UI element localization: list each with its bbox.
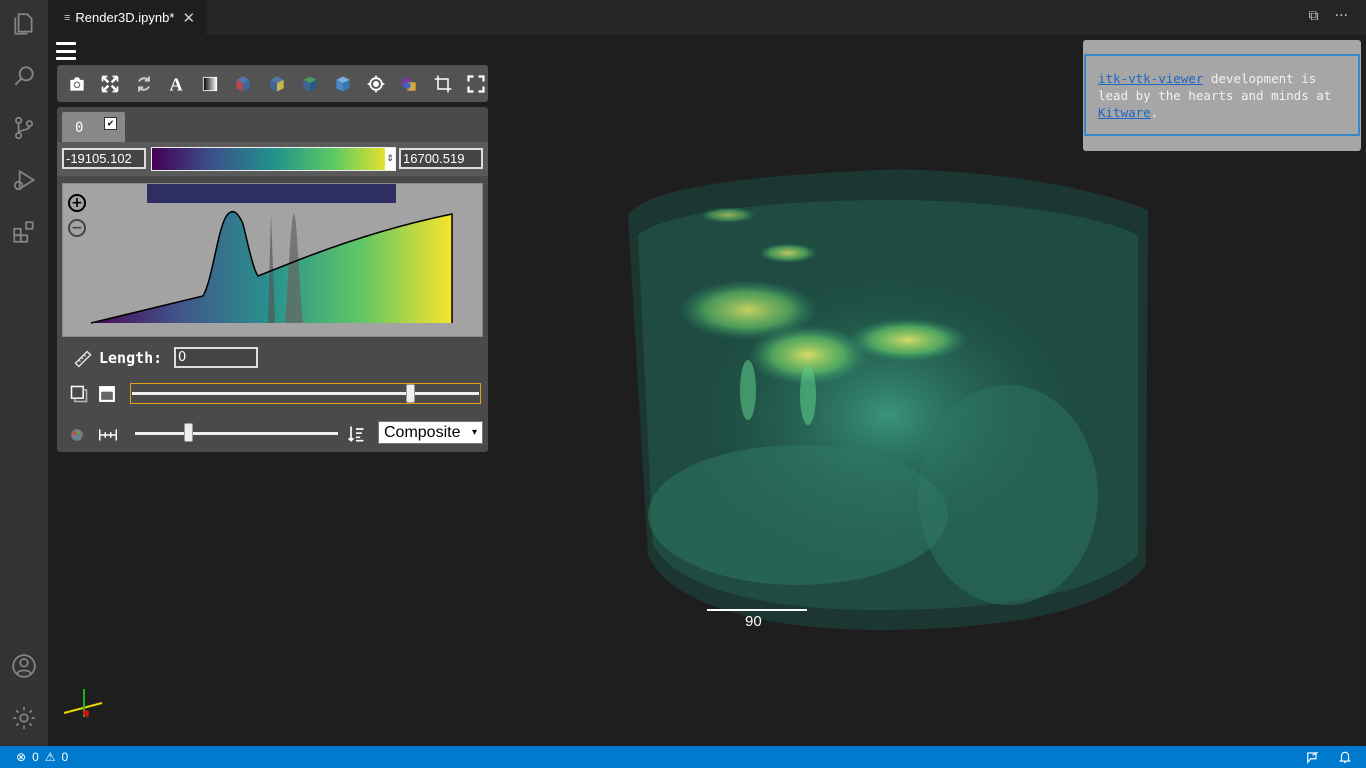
gradient-opacity-thumb[interactable] [406,384,416,403]
tab-render3d[interactable]: ≡ Render3D.ipynb* ✕ [48,0,206,35]
gradient-opacity-track [132,392,479,395]
camera-icon[interactable] [65,70,89,98]
chevron-down-icon: ▾ [471,427,477,438]
component-index: 0 [75,120,84,136]
tab-title: Render3D.ipynb* [75,10,175,25]
info-end: . [1150,105,1159,120]
sample-distance-slider[interactable] [135,432,338,435]
length-label: Length: [99,349,163,367]
editor-tab-bar: ≡ Render3D.ipynb* ✕ ⧉ ··· [48,0,1366,35]
search-icon[interactable] [10,62,38,90]
kitware-link[interactable]: Kitware [1098,105,1151,120]
annotations-icon[interactable]: A [165,70,189,98]
sample-distance-icon [71,429,83,441]
gradient-opacity-slider[interactable] [130,383,481,404]
rotate-icon[interactable] [131,70,155,98]
ruler-icon[interactable] [73,349,93,369]
tab-actions: ⧉ ··· [1309,8,1348,24]
component-tab[interactable]: 0 ✔ [62,112,125,142]
viewer-toolbar: A [57,65,488,102]
range-min-input[interactable]: -19105.102 [62,148,146,169]
status-bar: ⊗ 0 ⚠ 0 [0,746,1366,768]
itk-vtk-viewer: A 0 ✔ -19105.102 ⇕ 16700.519 + − Length:… [48,35,1366,746]
blend-mode-select[interactable]: Composite ▾ [378,421,483,444]
error-count: 0 [32,750,39,764]
gradient-opacity-row [57,379,488,409]
menu-toggle-button[interactable] [56,42,76,60]
warning-count: 0 [61,750,69,764]
sample-distance-thumb[interactable] [183,423,193,442]
run-debug-icon[interactable] [10,166,38,194]
colormap-spinner-icon[interactable]: ⇕ [385,148,395,170]
more-actions-icon[interactable]: ··· [1335,8,1348,24]
svg-text:A: A [169,74,183,93]
rendering-options-row: Composite ▾ [57,419,488,449]
spacing-icon [99,429,117,441]
close-icon[interactable]: ✕ [182,9,195,27]
error-icon: ⊗ [16,750,27,764]
split-editor-icon[interactable]: ⧉ [1309,8,1319,24]
image-widget-panel: 0 ✔ -19105.102 ⇕ 16700.519 + − Length: 0… [57,107,488,452]
shadow-toggle-icon[interactable] [69,384,89,404]
range-max-input[interactable]: 16700.519 [399,148,483,169]
colormap-selector[interactable]: ⇕ [151,147,396,171]
fullscreen-expand-icon[interactable] [98,70,122,98]
gradient-opacity-icon [99,386,115,402]
background-color-icon[interactable] [198,70,222,98]
view-3d-icon[interactable] [331,70,355,98]
source-control-icon[interactable] [10,114,38,142]
interpolation-icon[interactable] [364,70,388,98]
view-y-icon[interactable] [264,70,288,98]
length-row: Length: 0 [57,343,488,377]
crop-icon[interactable] [431,70,455,98]
extensions-icon[interactable] [10,218,38,246]
info-message: itk-vtk-viewer development is lead by th… [1084,54,1360,136]
status-right [1306,750,1352,764]
scale-bar-label: 90 [745,613,762,630]
warning-icon: ⚠ [44,750,56,764]
color-range-row: -19105.102 ⇕ 16700.519 [57,142,488,176]
explorer-icon[interactable] [10,10,38,38]
notebook-file-icon: ≡ [64,11,71,24]
scale-bar [707,609,807,611]
zoom-in-icon[interactable]: + [68,194,86,212]
activity-bar [0,0,48,746]
view-z-icon[interactable] [298,70,322,98]
account-icon[interactable] [10,652,38,680]
notifications-bell-icon[interactable] [1338,750,1352,764]
view-x-icon[interactable] [231,70,255,98]
transfer-function-editor[interactable]: + − [62,183,483,337]
sort-blend-icon [347,426,364,442]
color-cube-icon[interactable] [397,70,421,98]
blend-mode-value: Composite [384,424,461,441]
maximize-icon[interactable] [464,70,488,98]
info-box: itk-vtk-viewer development is lead by th… [1083,40,1361,151]
itk-vtk-viewer-link[interactable]: itk-vtk-viewer [1098,71,1203,86]
orientation-axes-icon [63,689,103,718]
problems-indicator[interactable]: ⊗ 0 ⚠ 0 [16,750,68,764]
zoom-out-icon[interactable]: − [68,219,86,237]
feedback-icon[interactable] [1306,750,1320,764]
length-input[interactable]: 0 [174,347,258,368]
component-visibility-checkbox[interactable]: ✔ [104,117,117,130]
settings-gear-icon[interactable] [10,704,38,732]
